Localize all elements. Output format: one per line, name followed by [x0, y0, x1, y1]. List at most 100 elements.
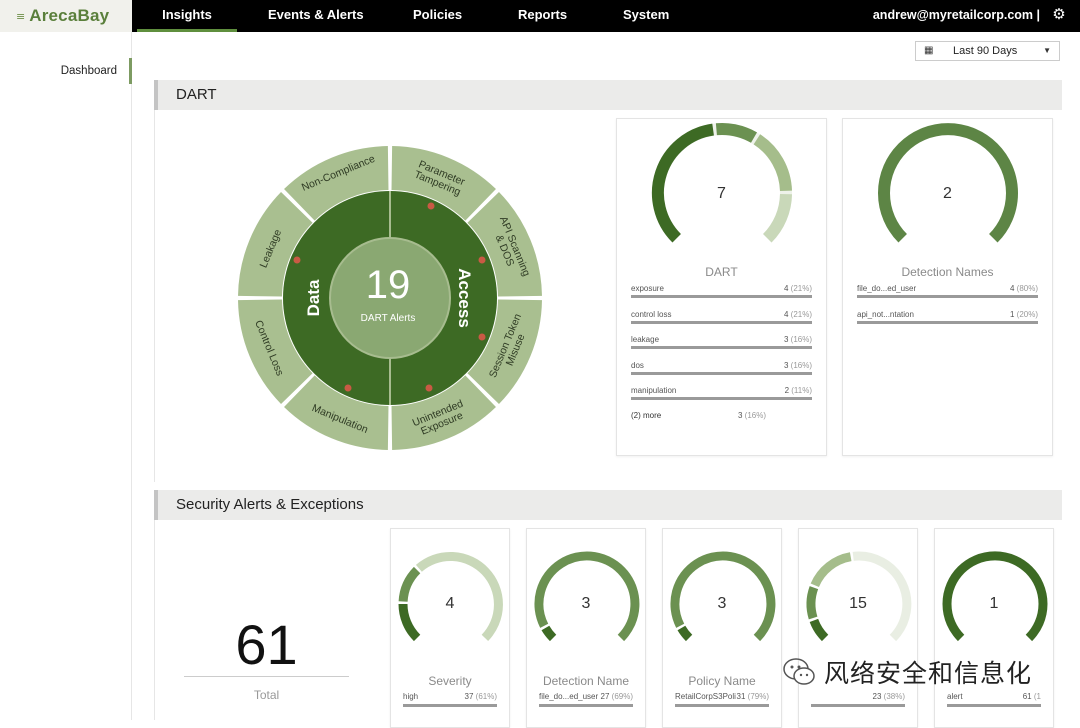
security-card-title: Detection Name — [542, 674, 630, 688]
list-item[interactable]: RetailCorpS3Poli 31 (79%) — [675, 692, 769, 714]
dart-section-header: DART — [154, 80, 1062, 110]
list-item[interactable]: api_not...ntation 1 (20%) — [857, 310, 1038, 332]
list-item[interactable]: file_do...ed_user 4 (80%) — [857, 284, 1038, 306]
nav-events-alerts[interactable]: Events & Alerts — [268, 0, 364, 32]
security-card[interactable]: 4 Severity high 37 (61%) — [390, 528, 510, 728]
dart-total: 19 — [366, 263, 411, 307]
nav-reports[interactable]: Reports — [518, 0, 567, 32]
row-name: exposure — [631, 284, 664, 293]
row-bar — [631, 320, 812, 324]
list-item[interactable]: leakage 3 (16%) — [631, 335, 812, 357]
security-gauge — [806, 551, 912, 642]
row-name: RetailCorpS3Poli — [675, 692, 736, 701]
row-bar — [811, 704, 905, 707]
nav-policies[interactable]: Policies — [413, 0, 462, 32]
row-bar-fill — [631, 346, 812, 349]
logo[interactable]: ≡ ArecaBay — [0, 0, 132, 32]
list-item[interactable]: 23 (38%) — [811, 692, 905, 714]
row-bar — [857, 320, 1038, 324]
row-value: 31 (79%) — [736, 692, 769, 701]
total-alerts-label: Total — [253, 688, 280, 702]
alert-dot[interactable] — [478, 256, 486, 264]
security-card[interactable]: 3 Detection Name file_do...ed_user 27 (69%) — [526, 528, 646, 728]
calendar-icon: ▦ — [924, 45, 934, 56]
nav-system[interactable]: System — [623, 0, 669, 32]
date-range-select[interactable]: ▦ Last 90 Days ▼ — [915, 41, 1060, 61]
list-item[interactable]: file_do...ed_user 27 (69%) — [539, 692, 633, 714]
row-value: 23 (38%) — [872, 692, 905, 701]
gauge-segment[interactable] — [541, 625, 557, 642]
gauge-segment[interactable] — [810, 552, 852, 588]
list-item[interactable]: alert 61 (1 — [947, 692, 1041, 714]
security-card-value: 4 — [445, 595, 455, 612]
dart-total-label: DART Alerts — [361, 313, 416, 324]
security-gauge — [398, 551, 503, 642]
row-bar-fill — [631, 295, 812, 298]
alert-dot[interactable] — [293, 256, 301, 264]
list-item[interactable]: exposure 4 (21%) — [631, 284, 812, 306]
wechat-watermark: 风络安全和信息化 — [782, 654, 1052, 690]
security-section-header: Security Alerts & Exceptions — [154, 490, 1062, 520]
security-card-value: 3 — [717, 595, 727, 612]
security-card-value: 1 — [989, 595, 999, 612]
date-range-value: Last 90 Days — [953, 45, 1018, 57]
security-card[interactable]: 1 alert 61 (1 — [934, 528, 1054, 728]
row-name: control loss — [631, 309, 672, 319]
gear-icon[interactable]: ⚙ — [1050, 6, 1068, 24]
gauge-segment[interactable] — [677, 625, 693, 642]
logo-text: ArecaBay — [29, 6, 110, 25]
row-value: 1 (20%) — [1009, 309, 1038, 319]
row-pct: (16%) — [744, 411, 766, 420]
row-bar — [539, 704, 633, 707]
more-link[interactable]: (2) more — [631, 411, 661, 420]
security-gauge — [942, 551, 1048, 642]
row-bar — [631, 371, 812, 375]
detection-count: 2 — [943, 185, 952, 202]
security-card[interactable]: 15 23 (38%) — [798, 528, 918, 728]
row-bar-fill — [631, 320, 812, 324]
alert-dot[interactable] — [425, 384, 433, 392]
dart-summary-card[interactable]: 7 DART (2) more 3 (16%) exposure 4 (21%) c… — [616, 118, 827, 456]
dart-card-title: DART — [705, 265, 738, 279]
wheel-label-data: Data — [304, 279, 323, 316]
list-item-more[interactable]: (2) more 3 (16%) — [631, 411, 812, 433]
list-item[interactable]: high 37 (61%) — [403, 692, 497, 714]
row-value: 61 (1 — [1022, 692, 1041, 701]
row-bar — [631, 346, 812, 349]
row-value: 27 (69%) — [600, 692, 633, 701]
alert-dot[interactable] — [344, 384, 352, 392]
sidebar-item-dashboard[interactable]: Dashboard — [0, 58, 132, 84]
divider — [184, 676, 349, 677]
nav-insights[interactable]: Insights — [137, 0, 237, 32]
logo-icon: ≡ — [16, 9, 26, 23]
row-bar-fill — [857, 295, 1038, 298]
security-card-title: Severity — [428, 674, 472, 688]
total-alerts-count: 61 — [235, 613, 298, 676]
security-card[interactable]: 3 Policy Name RetailCorpS3Poli 31 (79%) — [662, 528, 782, 728]
row-bar — [403, 704, 497, 707]
caret-down-icon: ▼ — [1043, 46, 1051, 55]
gauge-segment[interactable] — [809, 618, 829, 642]
list-item[interactable]: control loss 4 (21%) — [631, 310, 812, 332]
row-value: 4 (21%) — [783, 309, 812, 319]
row-bar — [947, 704, 1041, 707]
row-value: 2 (11%) — [784, 386, 812, 395]
row-name: dos — [631, 360, 644, 370]
wechat-icon — [783, 658, 815, 685]
security-gauge — [670, 551, 776, 642]
wheel-label-access: Access — [455, 268, 474, 328]
row-name: high — [403, 692, 419, 701]
watermark-text: 风络安全和信息化 — [824, 659, 1033, 688]
row-value: 3 (16%) — [783, 335, 812, 344]
top-navbar: ≡ ArecaBay Insights Events & Alerts Poli… — [0, 0, 1080, 32]
list-item[interactable]: manipulation 2 (11%) — [631, 386, 812, 408]
alert-dot[interactable] — [478, 333, 486, 341]
row-value: 4 (80%) — [1009, 284, 1038, 293]
user-menu[interactable]: andrew@myretailcorp.com | — [873, 0, 1040, 30]
row-bar-fill — [631, 397, 812, 400]
detection-names-card[interactable]: 2 Detection Names file_do...ed_user 4 (80… — [842, 118, 1053, 456]
list-item[interactable]: dos 3 (16%) — [631, 361, 812, 383]
alert-dot[interactable] — [427, 202, 435, 210]
row-bar — [675, 704, 769, 707]
row-value: 37 (61%) — [464, 692, 497, 701]
